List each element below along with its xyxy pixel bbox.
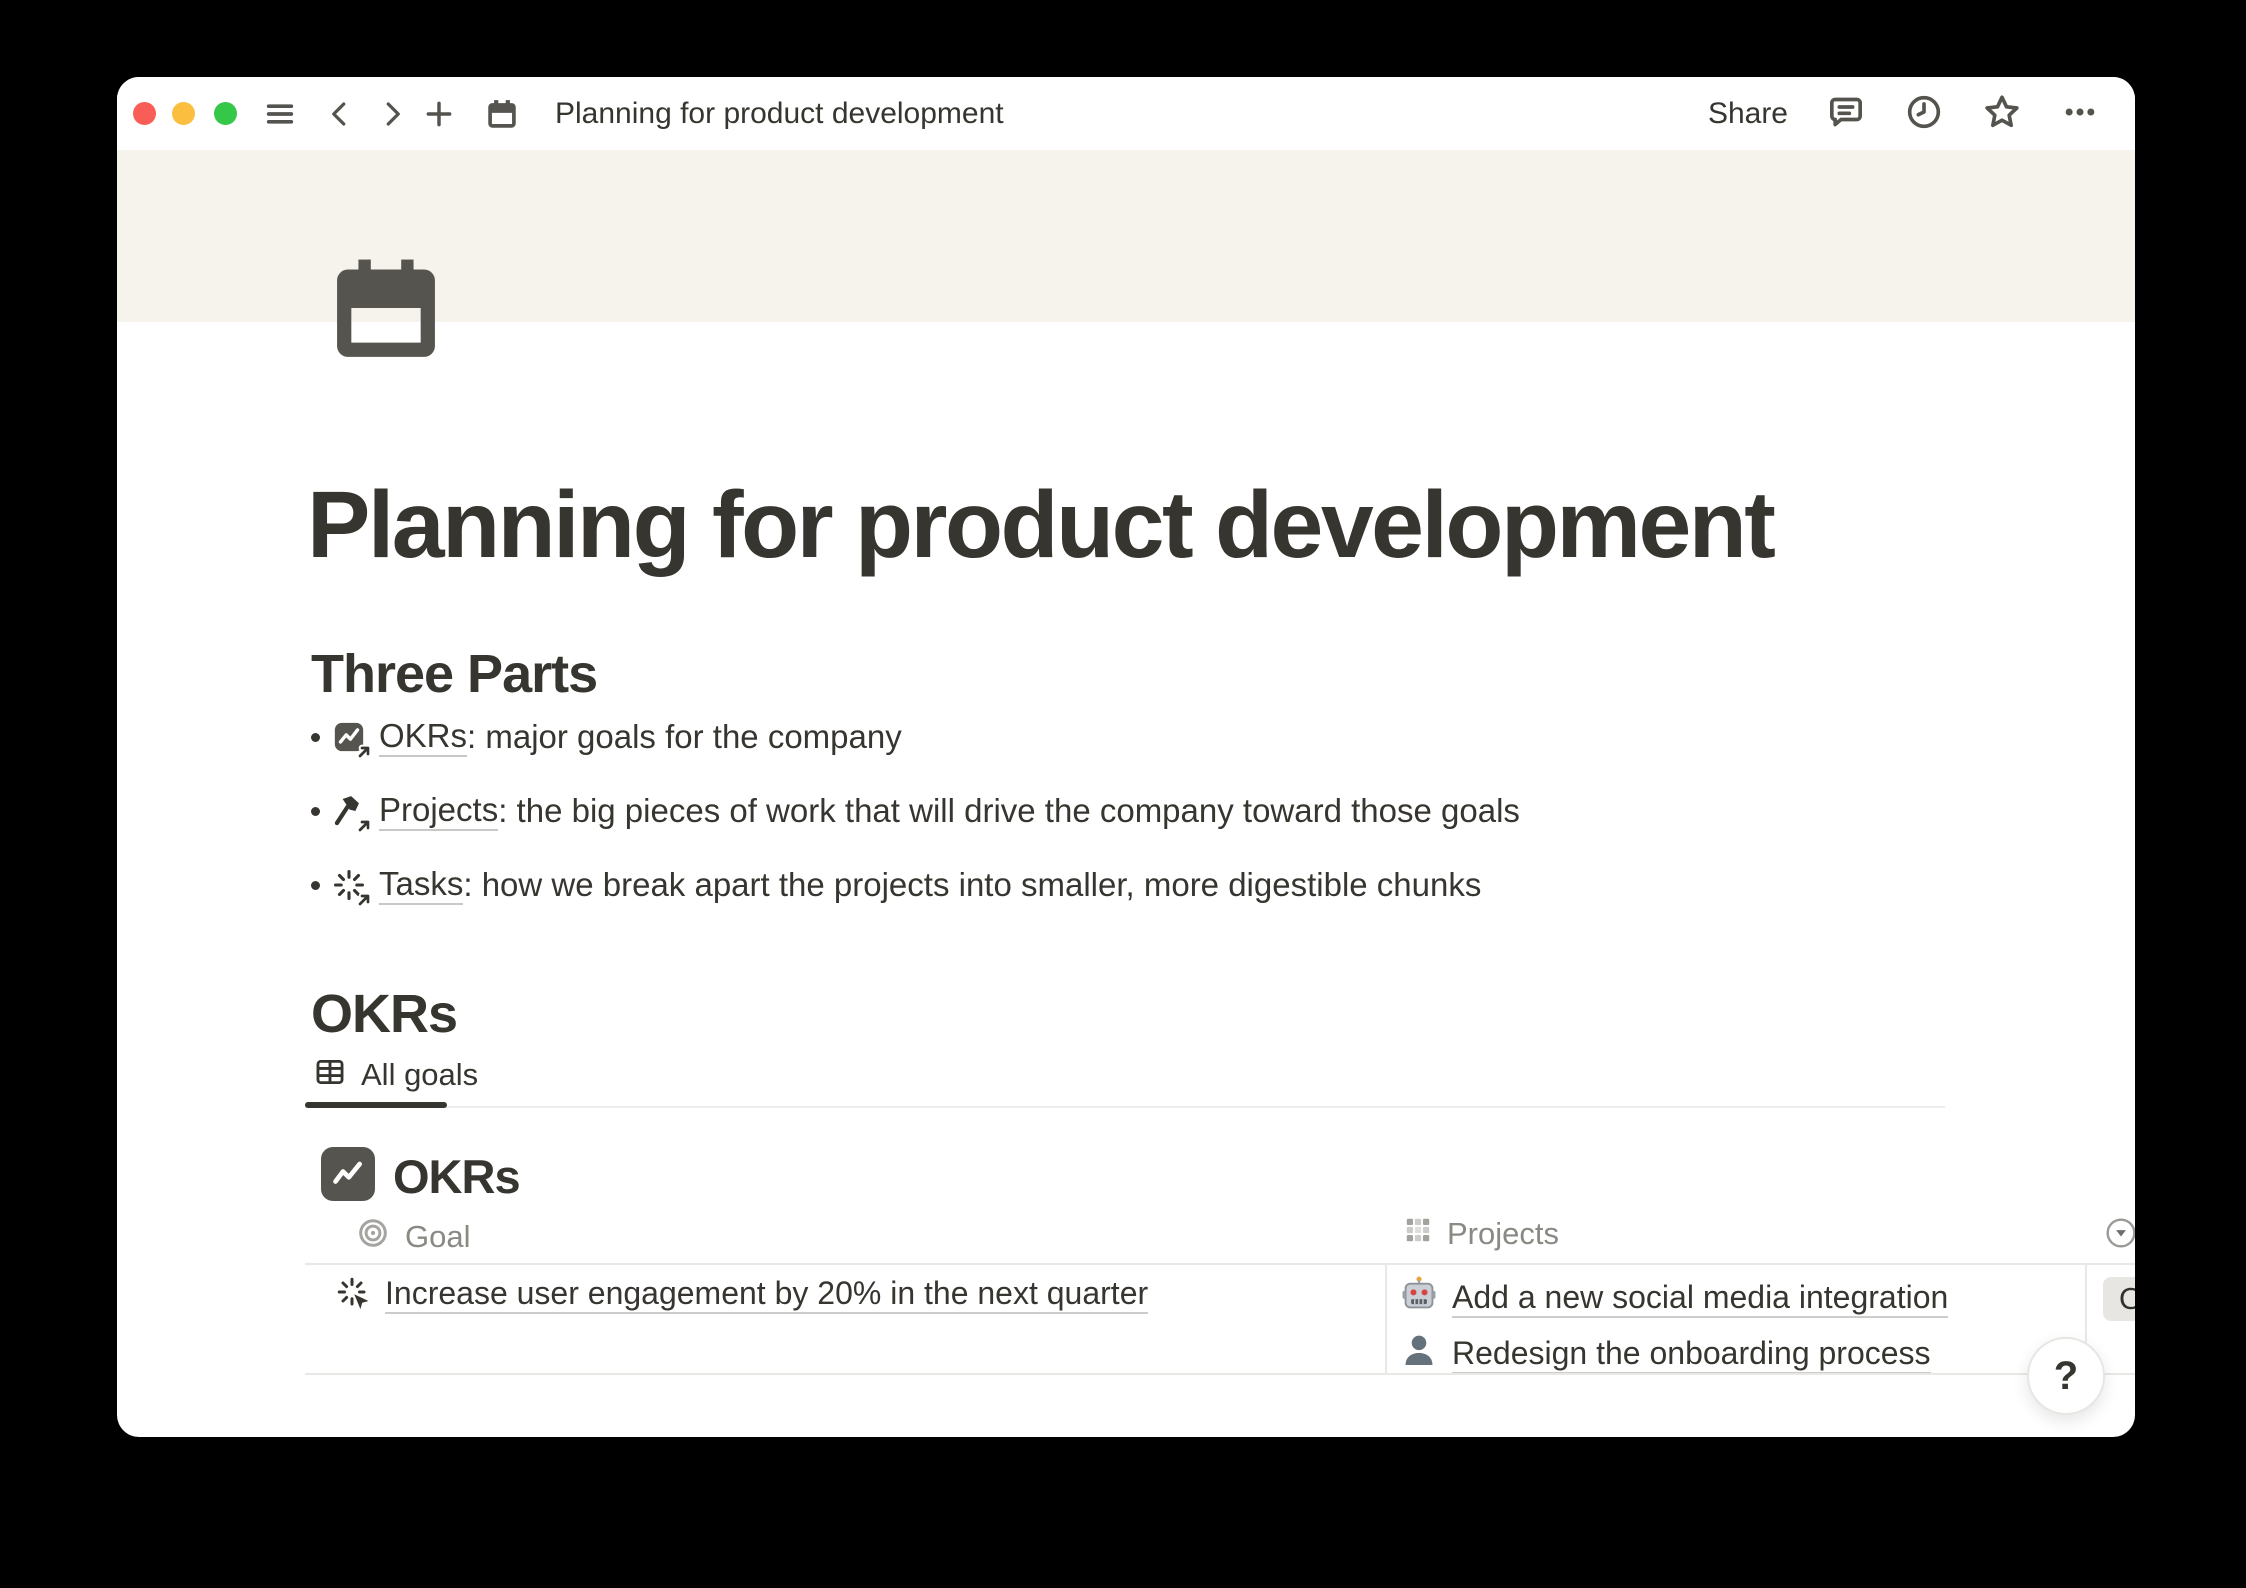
table-row-border [305,1373,2135,1375]
list-item-projects: Projects : the big pieces of work that w… [311,783,1520,839]
column-header-label: Goal [405,1219,470,1255]
okrs-heading: OKRs [311,983,457,1045]
bullet-dot [311,881,320,890]
three-parts-heading: Three Parts [311,643,597,705]
table-row-goal-cell: Increase user engagement by 20% in the n… [337,1275,1148,1314]
column-header-label: Projects [1447,1216,1559,1252]
notion-window: Planning for product development Share [117,77,2135,1437]
link-arrow-icon [356,818,372,834]
list-item-text: : how we break apart the projects into s… [463,866,1481,904]
back-icon[interactable] [323,97,357,131]
projects-hammer-icon [332,794,366,828]
zoom-window-button[interactable] [214,102,237,125]
tasks-sparkle-icon [332,868,366,902]
column-header-goal[interactable]: Goal [355,1215,470,1259]
breadcrumb-page-calendar-icon [485,97,519,131]
target-icon [355,1215,391,1259]
link-arrow-icon [356,892,372,908]
database-chart-icon[interactable] [321,1147,375,1201]
close-window-button[interactable] [133,102,156,125]
project-link[interactable]: Redesign the onboarding process [1452,1335,1931,1374]
table-row-project-2: Redesign the onboarding process [1400,1331,1931,1377]
titlebar: Planning for product development Share [117,77,2135,150]
updates-clock-icon[interactable] [1904,92,1944,137]
link-arrow-icon [356,744,372,760]
titlebar-actions: Share [1708,91,2100,137]
more-options-icon[interactable] [2060,92,2100,137]
screen: Planning for product development Share [0,0,2246,1588]
new-tab-icon[interactable] [422,97,456,131]
project-link[interactable]: Add a new social media integration [1452,1279,1948,1318]
bullet-dot [311,807,320,816]
share-button[interactable]: Share [1708,97,1788,131]
tab-all-goals[interactable]: All goals [313,1055,478,1094]
table-row-project-1: Add a new social media integration [1400,1275,1948,1321]
comments-icon[interactable] [1826,92,1866,137]
projects-link[interactable]: Projects [379,791,498,831]
sidebar-menu-icon[interactable] [263,97,297,131]
active-tab-underline [305,1102,447,1108]
tab-label: All goals [361,1057,478,1093]
column-header-projects[interactable]: Projects [1403,1215,1559,1253]
tasks-link[interactable]: Tasks [379,865,463,905]
person-emoji [1400,1331,1438,1377]
goal-sparkle-cursor-icon [337,1277,373,1313]
three-parts-list: OKRs : major goals for the company Proje… [311,709,1520,931]
page-calendar-icon[interactable] [327,251,445,365]
okrs-link[interactable]: OKRs [379,717,467,757]
favorite-star-icon[interactable] [1982,92,2022,137]
table-view-icon [313,1055,347,1094]
page-title[interactable]: Planning for product development [307,472,1773,578]
help-button[interactable]: ? [2027,1337,2105,1415]
status-badge[interactable]: O [2103,1277,2135,1321]
forward-icon[interactable] [375,97,409,131]
list-item-text: : the big pieces of work that will drive… [498,792,1520,830]
minimize-window-button[interactable] [172,102,195,125]
table-header-border [305,1263,2135,1265]
list-item-tasks: Tasks : how we break apart the projects … [311,857,1520,913]
list-item-okrs: OKRs : major goals for the company [311,709,1520,765]
list-item-text: : major goals for the company [467,718,902,756]
grid-icon [1403,1215,1433,1253]
robot-emoji [1400,1275,1438,1321]
column-divider [1385,1265,1387,1374]
bullet-dot [311,733,320,742]
chevron-down-circle-icon[interactable] [2105,1217,2135,1249]
tab-divider [305,1106,1945,1108]
okrs-chart-icon [332,720,366,754]
database-title[interactable]: OKRs [393,1149,520,1204]
goal-link[interactable]: Increase user engagement by 20% in the n… [385,1275,1148,1314]
breadcrumb[interactable]: Planning for product development [555,96,1004,132]
